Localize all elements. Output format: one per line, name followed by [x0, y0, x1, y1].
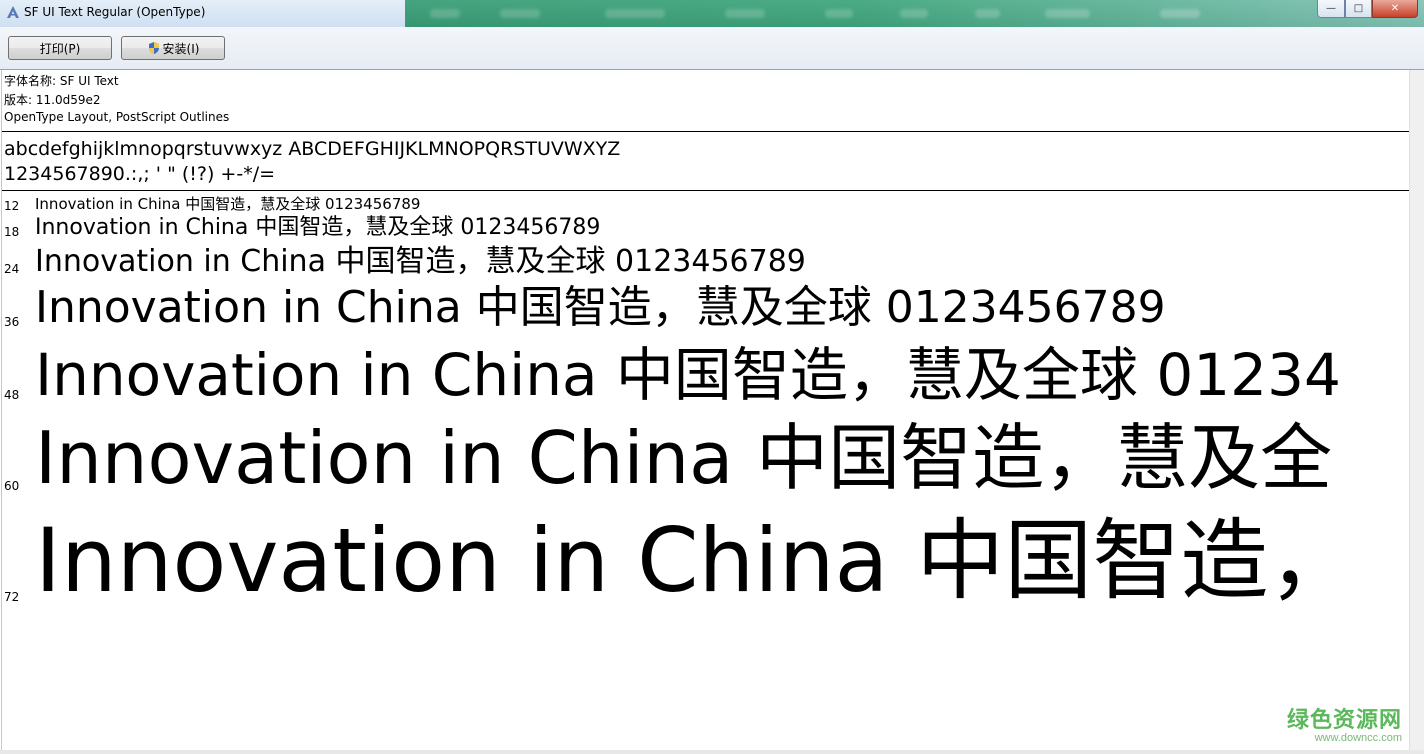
sample-text: Innovation in China 中国智造，慧及全	[35, 416, 1333, 500]
font-type-info: OpenType Layout, PostScript Outlines	[4, 110, 230, 124]
title-area: SF UI Text Regular (OpenType)	[0, 0, 405, 27]
watermark-logo-text: 绿色资源网	[1286, 708, 1402, 733]
size-label: 24	[4, 262, 20, 276]
sample-text: Innovation in China 中国智造，慧及全球 01234	[35, 341, 1341, 409]
sample-text: Innovation in China 中国智造，慧及全球 0123456789	[35, 215, 601, 240]
size-label: 36	[4, 315, 20, 329]
toolbar: 打印(P) 安装(I)	[0, 27, 1424, 70]
size-label: 18	[4, 225, 20, 239]
sample-text: Innovation in China 中国智造，	[35, 509, 1357, 612]
window-controls: — □ ✕	[1317, 0, 1418, 20]
uac-shield-icon	[148, 42, 159, 54]
size-label: 48	[4, 388, 20, 402]
install-button[interactable]: 安装(I)	[121, 36, 225, 60]
vertical-scrollbar[interactable]	[1409, 70, 1424, 750]
sample-text: Innovation in China 中国智造，慧及全球 0123456789	[35, 195, 421, 213]
maximize-button[interactable]: □	[1345, 0, 1372, 18]
divider	[2, 190, 1410, 191]
size-label: 60	[4, 479, 20, 493]
bottom-border	[0, 750, 1424, 754]
install-button-label: 安装(I)	[162, 41, 200, 56]
title-bar[interactable]: SF UI Text Regular (OpenType) — □ ✕	[0, 0, 1424, 27]
divider	[2, 131, 1410, 132]
font-name-info: 字体名称: SF UI Text	[4, 74, 119, 88]
background-taskbar-blur	[405, 0, 1424, 27]
minimize-button[interactable]: —	[1317, 0, 1345, 18]
watermark: 绿色资源网 www.downcc.com	[1287, 702, 1402, 744]
font-preview-pane: 字体名称: SF UI Text 版本: 11.0d59e2 OpenType …	[1, 70, 1410, 750]
charset-letters: abcdefghijklmnopqrstuvwxyz ABCDEFGHIJKLM…	[4, 138, 621, 160]
sample-text: Innovation in China 中国智造，慧及全球 0123456789	[35, 282, 1166, 333]
window-title: SF UI Text Regular (OpenType)	[24, 5, 206, 19]
font-version-info: 版本: 11.0d59e2	[4, 93, 101, 107]
print-button[interactable]: 打印(P)	[8, 36, 112, 60]
size-label: 72	[4, 590, 20, 604]
print-button-label: 打印(P)	[39, 41, 81, 56]
size-label: 12	[4, 199, 20, 213]
sample-text: Innovation in China 中国智造，慧及全球 0123456789	[35, 244, 806, 279]
charset-digits-symbols: 1234567890.:,; ' " (!?) +-*/=	[4, 163, 276, 185]
close-button[interactable]: ✕	[1372, 0, 1418, 18]
font-viewer-icon	[7, 6, 19, 18]
